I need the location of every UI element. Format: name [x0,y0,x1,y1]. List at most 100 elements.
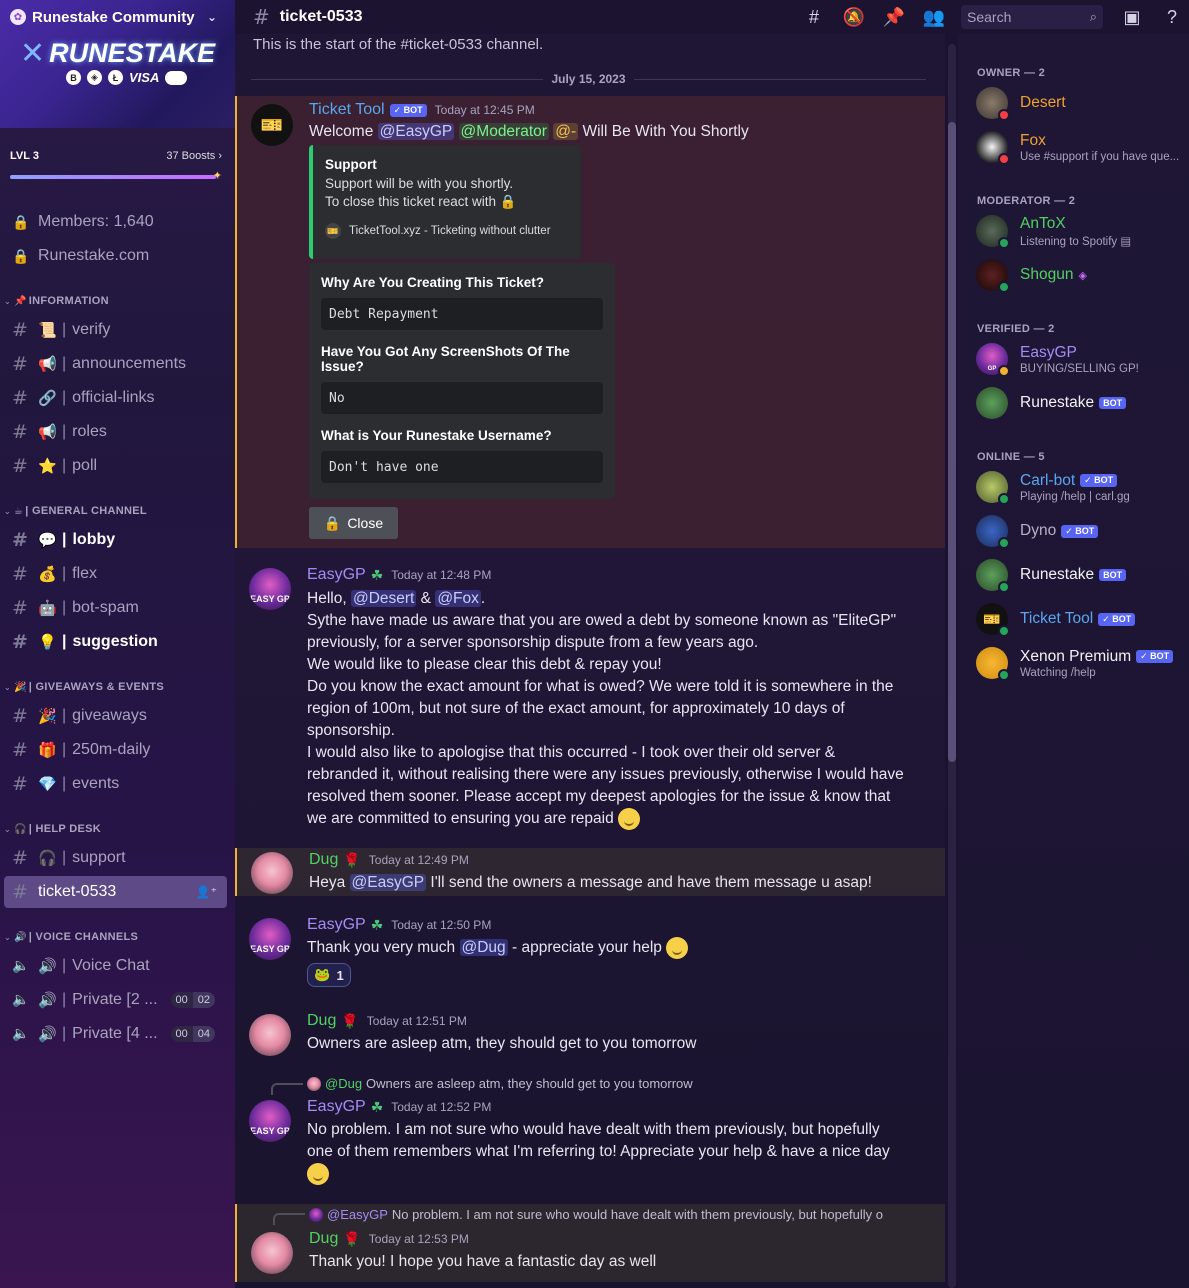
member-fox[interactable]: Fox Use #support if you have que... [976,129,1186,165]
headphones-icon: 🎧 [14,823,27,835]
help-icon[interactable]: ? [1161,6,1183,28]
close-ticket-button[interactable]: 🔒 Close [309,507,398,539]
member-runestake-bot-2[interactable]: Runestake BOT [976,557,1186,593]
easygp-avatar[interactable]: EASY GP [249,918,291,960]
search-input[interactable]: Search ⌕ [961,5,1103,29]
category-giveaways-events[interactable]: ⌄ 🎉 | GIVEAWAYS & EVENTS [4,678,229,696]
member-easygp[interactable]: GP EasyGP BUYING/SELLING GP! [976,341,1186,377]
sidebar-item-ticket-0533[interactable]: # ticket-0533 👤⁺ [4,876,227,908]
role-mention[interactable]: @Moderator [458,123,549,140]
gem-icon: 💎 [38,776,57,793]
sidebar-item-giveaways[interactable]: # 🎉 | giveaways [4,700,227,732]
member-shogun[interactable]: Shogun ◈ [976,257,1186,293]
pin-emoji-icon: 📌 [14,295,27,307]
scrollbar-thumb[interactable] [948,122,956,762]
speaker-locked-icon: 🔈 [12,1026,30,1042]
sidebar-item-250m-daily[interactable]: # 🎁 | 250m-daily [4,734,227,766]
reaction-pepe[interactable]: 🐸 1 [307,963,351,987]
hash-icon: # [253,5,270,29]
server-name-header[interactable]: ✿ Runestake Community ⌄ [0,0,235,34]
message-easygp-2[interactable]: EASY GP EasyGP ☘ Today at 12:50 PM Thank… [235,912,945,992]
user-mention[interactable]: @Desert [350,590,417,607]
message-author[interactable]: Dug [307,1012,336,1030]
message-author[interactable]: Dug [309,851,338,869]
pin-icon[interactable]: 📌 [883,6,905,28]
form-answer: Debt Repayment [321,298,603,330]
member-xenon-premium[interactable]: Xenon Premium ✓ BOT Watching /help [976,645,1186,681]
ticket-tool-avatar[interactable]: 🎫 [251,104,293,146]
dug-avatar[interactable] [251,1232,293,1274]
scroll-icon: 📜 [38,322,57,339]
member-runestake-bot[interactable]: Runestake BOT [976,385,1186,421]
hash-icon: # [12,563,28,585]
bitcoin-icon: B [66,70,81,85]
mastercard-icon [165,70,188,85]
message-dug-3[interactable]: @EasyGP No problem. I am not sure who wo… [235,1204,945,1282]
message-list: This is the start of the #ticket-0533 ch… [235,34,945,1288]
robot-icon: 🤖 [38,600,57,617]
member-desert[interactable]: Desert [976,85,1186,121]
pepe-avatar [976,559,1010,593]
user-mention[interactable]: @Dug [459,939,508,957]
message-author[interactable]: EasyGP [307,1098,366,1116]
sidebar-item-suggestion[interactable]: # 💡 | suggestion [4,626,227,658]
message-easygp-1[interactable]: EASY GP EasyGP ☘ Today at 12:48 PM Hello… [235,562,945,842]
category-general-channel[interactable]: ⌄ ☕ | GENERAL CHANNEL [4,502,229,520]
easygp-avatar[interactable]: EASY GP [249,568,291,610]
easygp-avatar[interactable]: EASY GP [249,1100,291,1142]
message-ticket-tool[interactable]: 🎫 Ticket Tool ✓ BOT Today at 12:45 PM We… [235,96,945,548]
reply-reference[interactable]: @EasyGP No problem. I am not sure who wo… [309,1207,909,1222]
sidebar-item-bot-spam[interactable]: # 🤖 | bot-spam [4,592,227,624]
sidebar-item-poll[interactable]: # ⭐ | poll [4,450,227,482]
dug-avatar[interactable] [251,852,293,894]
message-author[interactable]: Ticket Tool [309,101,385,119]
embed-footer: 🎫 TicketTool.xyz - Ticketing without clu… [325,223,569,239]
add-member-icon[interactable]: 👤⁺ [196,885,217,899]
category-information[interactable]: ⌄ 📌 INFORMATION [4,292,229,310]
threads-icon[interactable]: # [803,6,825,28]
role-mention[interactable]: @- [553,123,579,140]
user-mention[interactable]: @EasyGP [377,123,455,140]
member-dyno[interactable]: Dyno ✓ BOT [976,513,1186,549]
money-bag-icon: 💰 [38,566,57,583]
sidebar-item-flex[interactable]: # 💰 | flex [4,558,227,590]
message-dug-1[interactable]: Dug 🌹 Today at 12:49 PM Heya @EasyGP I'l… [235,848,945,896]
sidebar-item-official-links[interactable]: # 🔗 | official-links [4,382,227,414]
boost-progress-row[interactable]: LVL 3 37 Boosts › [10,147,222,165]
category-help-desk[interactable]: ⌄ 🎧 | HELP DESK [4,820,229,838]
voice-channel-private-4[interactable]: 🔈 🔊 | Private [4 ... 00 04 [4,1018,227,1050]
member-antox[interactable]: AnToX Listening to Spotify ▤ [976,213,1186,249]
mute-icon[interactable]: 🔕 [843,6,865,28]
dug-avatar[interactable] [249,1014,291,1056]
sidebar-item-support[interactable]: # 🎧 | support [4,842,227,874]
members-icon[interactable]: 👥 [923,6,945,28]
reply-reference[interactable]: @Dug Owners are asleep atm, they should … [307,1076,907,1091]
message-dug-2[interactable]: Dug 🌹 Today at 12:51 PM Owners are aslee… [235,1008,945,1058]
message-author[interactable]: Dug [309,1230,338,1248]
message-author[interactable]: EasyGP [307,566,366,584]
dyno-avatar [976,515,1010,549]
sidebar-item-roles[interactable]: # 📢 | roles [4,416,227,448]
sidebar-item-verify[interactable]: # 📜 | verify [4,314,227,346]
category-voice-channels[interactable]: ⌄ 🔊 | VOICE CHANNELS [4,928,229,946]
rose-icon: 🌹 [343,851,361,868]
member-ticket-tool[interactable]: 🎫 Ticket Tool ✓ BOT [976,601,1186,637]
voice-channel-voice-chat[interactable]: 🔈 🔊 | Voice Chat [4,950,227,982]
sidebar-item-lobby[interactable]: # 💬 | lobby [4,524,227,556]
chat-scrollbar[interactable] [948,44,956,1288]
message-easygp-3[interactable]: @Dug Owners are asleep atm, they should … [235,1074,945,1190]
bot-badge: ✓ BOT [389,103,427,117]
user-mention[interactable]: @EasyGP [349,874,427,891]
date-divider: July 15, 2023 [251,72,926,86]
message-author[interactable]: EasyGP [307,916,366,934]
sidebar-item-announcements[interactable]: # 📢 | announcements [4,348,227,380]
member-carl-bot[interactable]: Carl-bot ✓ BOT Playing /help | carl.gg [976,469,1186,505]
inbox-icon[interactable]: ▣ [1121,6,1143,28]
chevron-down-icon[interactable]: ⌄ [207,10,217,24]
sidebar-item-events[interactable]: # 💎 | events [4,768,227,800]
sidebar-item-website[interactable]: 🔒 Runestake.com [4,240,227,272]
sidebar-item-members[interactable]: 🔒 Members: 1,640 [4,206,227,238]
user-mention[interactable]: @Fox [435,590,481,607]
voice-channel-private-2[interactable]: 🔈 🔊 | Private [2 ... 00 02 [4,984,227,1016]
avatar [976,259,1010,293]
